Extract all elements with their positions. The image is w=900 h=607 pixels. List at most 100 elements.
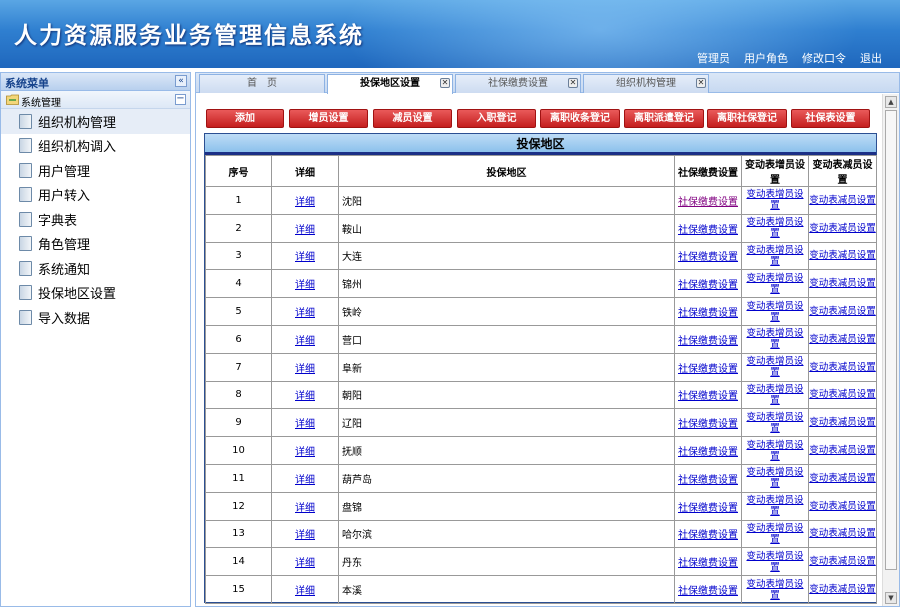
resign-social-register-button[interactable]: 离职社保登记 <box>707 109 787 128</box>
sidebar-item-org-management[interactable]: 组织机构管理 <box>1 109 190 134</box>
decrease-setting-link[interactable]: 变动表减员设置 <box>809 250 876 261</box>
increase-setting-link[interactable]: 变动表增员设置 <box>742 245 808 267</box>
increase-setting-link[interactable]: 变动表增员设置 <box>742 273 808 295</box>
decrease-setting-link[interactable]: 变动表减员设置 <box>809 473 876 484</box>
decrease-setting-link[interactable]: 变动表减员设置 <box>809 501 876 512</box>
decrease-setting-link[interactable]: 变动表减员设置 <box>809 362 876 373</box>
social-setting-link[interactable]: 社保缴费设置 <box>678 308 738 319</box>
sidebar-item-dictionary[interactable]: 字典表 <box>1 207 190 232</box>
add-button[interactable]: 添加 <box>206 109 284 128</box>
increase-setting-link[interactable]: 变动表增员设置 <box>742 217 808 239</box>
decrease-setting-link[interactable]: 变动表减员设置 <box>809 223 876 234</box>
increase-setting-link[interactable]: 变动表增员设置 <box>742 495 808 517</box>
social-setting-link[interactable]: 社保缴费设置 <box>678 447 738 458</box>
detail-link[interactable]: 详细 <box>295 586 315 597</box>
sidebar-item-role-management[interactable]: 角色管理 <box>1 232 190 257</box>
detail-link[interactable]: 详细 <box>295 225 315 236</box>
close-tab-icon[interactable]: ✕ <box>568 78 578 88</box>
social-setting-link[interactable]: 社保缴费设置 <box>678 530 738 541</box>
increase-setting-link[interactable]: 变动表增员设置 <box>742 356 808 378</box>
social-setting-link[interactable]: 社保缴费设置 <box>678 475 738 486</box>
row-number: 13 <box>205 519 272 549</box>
detail-link[interactable]: 详细 <box>295 530 315 541</box>
increase-setting-link[interactable]: 变动表增员设置 <box>742 384 808 406</box>
decrease-setting-link[interactable]: 变动表减员设置 <box>809 306 876 317</box>
page-icon <box>19 138 32 154</box>
detail-link[interactable]: 详细 <box>295 364 315 375</box>
detail-link[interactable]: 详细 <box>295 475 315 486</box>
social-setting-link[interactable]: 社保缴费设置 <box>678 391 738 402</box>
close-tab-icon[interactable]: ✕ <box>696 78 706 88</box>
detail-link[interactable]: 详细 <box>295 197 315 208</box>
collapse-sidebar-icon[interactable]: « <box>175 75 187 87</box>
increase-setting-link[interactable]: 变动表增员设置 <box>742 301 808 323</box>
user-role-link[interactable]: 用户角色 <box>744 50 788 66</box>
sidebar-group[interactable]: 系统管理 − <box>1 91 190 109</box>
increase-setting-link[interactable]: 变动表增员设置 <box>742 523 808 545</box>
detail-link[interactable]: 详细 <box>295 252 315 263</box>
sidebar-item-system-notice[interactable]: 系统通知 <box>1 256 190 281</box>
increase-setting-link[interactable]: 变动表增员设置 <box>742 440 808 462</box>
vertical-scrollbar[interactable]: ▲ ▼ <box>882 94 899 606</box>
sidebar-item-user-transfer-in[interactable]: 用户转入 <box>1 183 190 208</box>
scroll-thumb[interactable] <box>885 110 897 570</box>
sidebar-item-org-transfer-in[interactable]: 组织机构调入 <box>1 134 190 159</box>
decrease-setting-link[interactable]: 变动表减员设置 <box>809 528 876 539</box>
social-setting-link[interactable]: 社保缴费设置 <box>678 225 738 236</box>
detail-link[interactable]: 详细 <box>295 280 315 291</box>
decrease-setting-link[interactable]: 变动表减员设置 <box>809 584 876 595</box>
detail-link[interactable]: 详细 <box>295 391 315 402</box>
decrease-setting-link[interactable]: 变动表减员设置 <box>809 195 876 206</box>
social-setting-link[interactable]: 社保缴费设置 <box>678 364 738 375</box>
increase-setting-link[interactable]: 变动表增员设置 <box>742 579 808 601</box>
onboard-register-button[interactable]: 入职登记 <box>457 109 536 128</box>
detail-link[interactable]: 详细 <box>295 308 315 319</box>
decrease-setting-button[interactable]: 减员设置 <box>373 109 452 128</box>
increase-setting-link[interactable]: 变动表增员设置 <box>742 189 808 211</box>
decrease-setting-link[interactable]: 变动表减员设置 <box>809 445 876 456</box>
scroll-down-icon[interactable]: ▼ <box>885 592 897 604</box>
sidebar-item-insured-area[interactable]: 投保地区设置 <box>1 281 190 306</box>
change-password-link[interactable]: 修改口令 <box>802 50 846 66</box>
increase-setting-link[interactable]: 变动表增员设置 <box>742 328 808 350</box>
resign-receipt-register-button[interactable]: 离职收条登记 <box>540 109 620 128</box>
social-setting-link[interactable]: 社保缴费设置 <box>678 336 738 347</box>
detail-link[interactable]: 详细 <box>295 447 315 458</box>
detail-link[interactable]: 详细 <box>295 558 315 569</box>
detail-link[interactable]: 详细 <box>295 503 315 514</box>
sidebar-item-user-management[interactable]: 用户管理 <box>1 158 190 183</box>
social-table-setting-button[interactable]: 社保表设置 <box>791 109 870 128</box>
social-setting-link[interactable]: 社保缴费设置 <box>678 558 738 569</box>
decrease-setting-link[interactable]: 变动表减员设置 <box>809 334 876 345</box>
tab-insured-area[interactable]: 投保地区设置 ✕ <box>327 74 453 94</box>
increase-setting-button[interactable]: 增员设置 <box>289 109 368 128</box>
social-setting-link[interactable]: 社保缴费设置 <box>678 280 738 291</box>
logout-link[interactable]: 退出 <box>860 50 882 66</box>
tab-org-management[interactable]: 组织机构管理 ✕ <box>583 74 709 93</box>
increase-setting-link[interactable]: 变动表增员设置 <box>742 412 808 434</box>
admin-link[interactable]: 管理员 <box>697 50 730 66</box>
decrease-setting-link[interactable]: 变动表减员设置 <box>809 278 876 289</box>
detail-link[interactable]: 详细 <box>295 419 315 430</box>
social-setting-link[interactable]: 社保缴费设置 <box>678 503 738 514</box>
table-row: 9 详细 辽阳 社保缴费设置 变动表增员设置 变动表减员设置 <box>205 408 877 438</box>
sidebar-item-import-data[interactable]: 导入数据 <box>1 305 190 330</box>
decrease-setting-link[interactable]: 变动表减员设置 <box>809 556 876 567</box>
area-name: 辽阳 <box>338 408 675 438</box>
decrease-setting-link[interactable]: 变动表减员设置 <box>809 417 876 428</box>
table-row: 14 详细 丹东 社保缴费设置 变动表增员设置 变动表减员设置 <box>205 547 877 577</box>
social-setting-link[interactable]: 社保缴费设置 <box>678 586 738 597</box>
close-tab-icon[interactable]: ✕ <box>440 78 450 88</box>
social-setting-link[interactable]: 社保缴费设置 <box>678 252 738 263</box>
increase-setting-link[interactable]: 变动表增员设置 <box>742 551 808 573</box>
tab-social-security[interactable]: 社保缴费设置 ✕ <box>455 74 581 93</box>
scroll-up-icon[interactable]: ▲ <box>885 96 897 108</box>
collapse-group-icon[interactable]: − <box>175 94 186 105</box>
social-setting-link[interactable]: 社保缴费设置 <box>678 419 738 430</box>
detail-link[interactable]: 详细 <box>295 336 315 347</box>
resign-dispatch-register-button[interactable]: 离职派遣登记 <box>624 109 704 128</box>
social-setting-link[interactable]: 社保缴费设置 <box>678 197 738 208</box>
decrease-setting-link[interactable]: 变动表减员设置 <box>809 389 876 400</box>
tab-home[interactable]: 首 页 <box>199 74 325 93</box>
increase-setting-link[interactable]: 变动表增员设置 <box>742 467 808 489</box>
